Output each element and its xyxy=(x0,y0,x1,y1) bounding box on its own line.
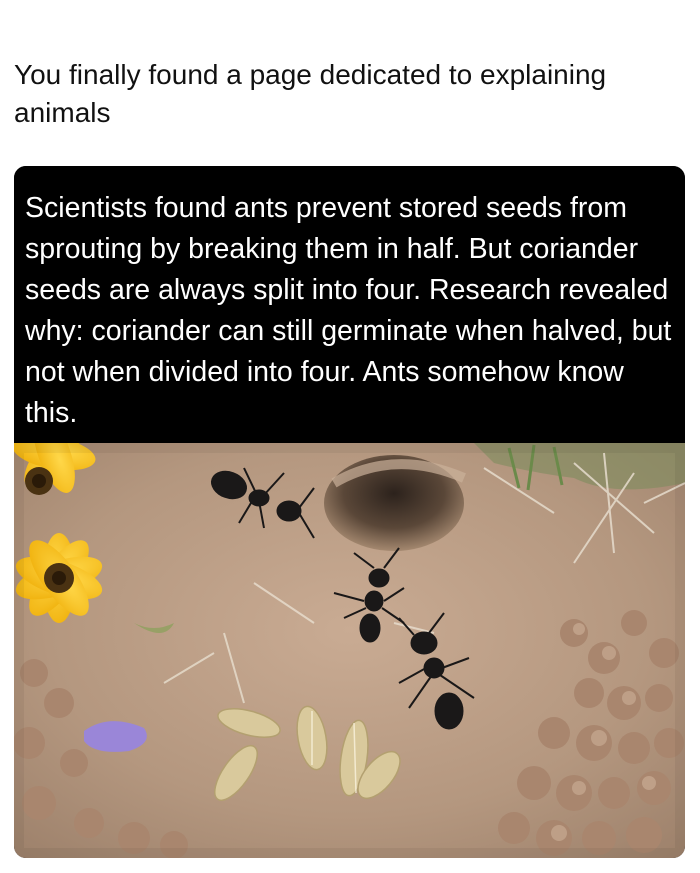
ants-photo xyxy=(14,443,685,858)
meme-image[interactable]: Scientists found ants prevent stored see… xyxy=(14,166,685,858)
purple-petal xyxy=(84,721,147,752)
meme-caption: Scientists found ants prevent stored see… xyxy=(25,192,672,429)
meme-caption-box: Scientists found ants prevent stored see… xyxy=(14,166,685,443)
post-text: You finally found a page dedicated to ex… xyxy=(14,59,607,128)
